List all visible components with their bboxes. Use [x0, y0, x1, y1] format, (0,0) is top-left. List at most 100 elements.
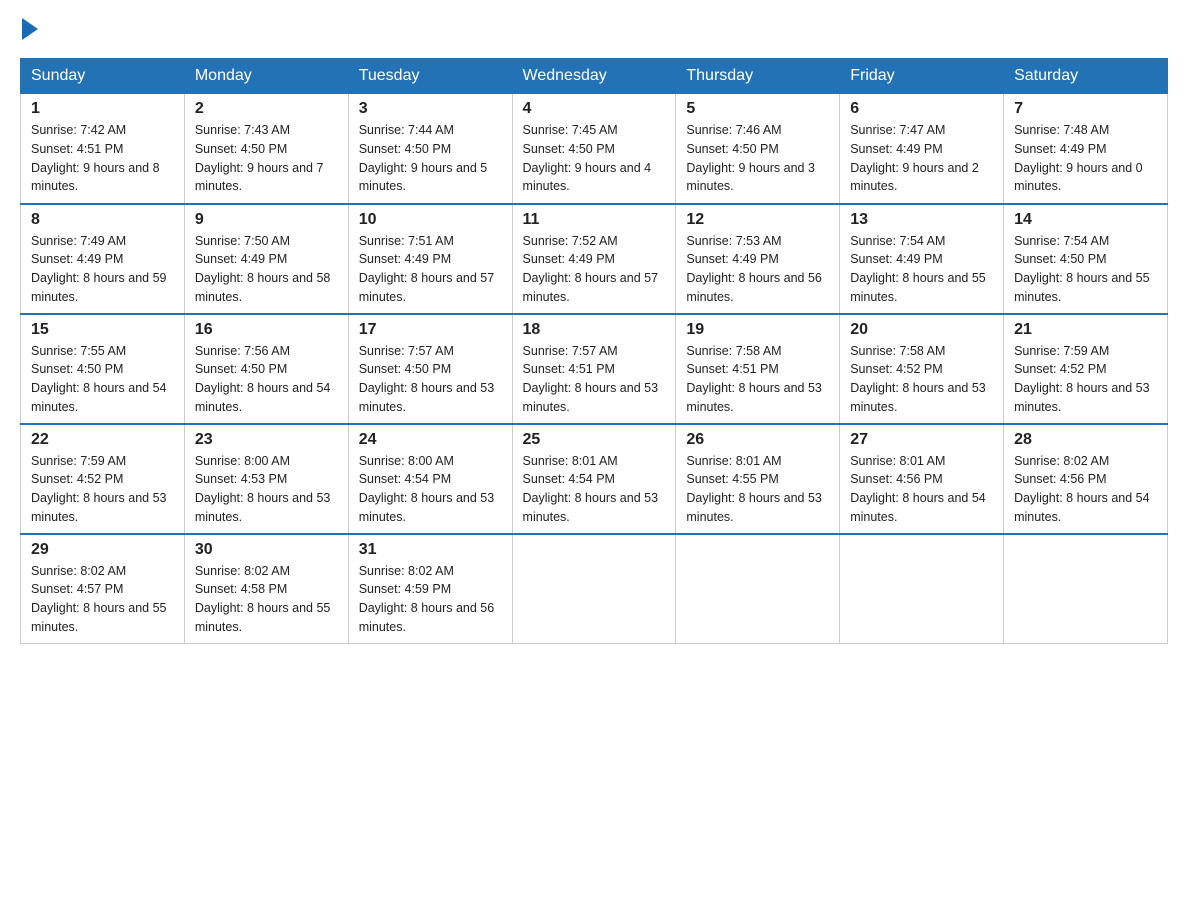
day-info: Sunrise: 8:02 AMSunset: 4:57 PMDaylight:… — [31, 562, 174, 637]
day-info: Sunrise: 7:55 AMSunset: 4:50 PMDaylight:… — [31, 342, 174, 417]
day-number: 28 — [1014, 431, 1157, 449]
day-number: 31 — [359, 541, 502, 559]
day-info: Sunrise: 7:54 AMSunset: 4:50 PMDaylight:… — [1014, 232, 1157, 307]
day-info: Sunrise: 8:02 AMSunset: 4:56 PMDaylight:… — [1014, 452, 1157, 527]
day-number: 5 — [686, 100, 829, 118]
day-number: 17 — [359, 321, 502, 339]
calendar-week-row: 1 Sunrise: 7:42 AMSunset: 4:51 PMDaylight… — [21, 94, 1168, 204]
day-number: 18 — [523, 321, 666, 339]
calendar-week-row: 29 Sunrise: 8:02 AMSunset: 4:57 PMDayligh… — [21, 534, 1168, 644]
column-header-thursday: Thursday — [676, 59, 840, 94]
calendar-cell: 24 Sunrise: 8:00 AMSunset: 4:54 PMDayligh… — [348, 424, 512, 534]
calendar-cell — [840, 534, 1004, 644]
calendar-cell: 30 Sunrise: 8:02 AMSunset: 4:58 PMDayligh… — [184, 534, 348, 644]
calendar-cell: 15 Sunrise: 7:55 AMSunset: 4:50 PMDayligh… — [21, 314, 185, 424]
day-number: 23 — [195, 431, 338, 449]
day-info: Sunrise: 7:51 AMSunset: 4:49 PMDaylight:… — [359, 232, 502, 307]
calendar-cell: 3Sunrise: 7:44 AMSunset: 4:50 PMDaylight… — [348, 94, 512, 204]
day-info: Sunrise: 8:01 AMSunset: 4:56 PMDaylight:… — [850, 452, 993, 527]
calendar-cell: 26 Sunrise: 8:01 AMSunset: 4:55 PMDayligh… — [676, 424, 840, 534]
calendar-cell: 20 Sunrise: 7:58 AMSunset: 4:52 PMDayligh… — [840, 314, 1004, 424]
column-header-monday: Monday — [184, 59, 348, 94]
calendar-cell: 8 Sunrise: 7:49 AMSunset: 4:49 PMDaylight… — [21, 204, 185, 314]
day-info: Sunrise: 7:53 AMSunset: 4:49 PMDaylight:… — [686, 232, 829, 307]
day-info: Sunrise: 7:54 AMSunset: 4:49 PMDaylight:… — [850, 232, 993, 307]
day-info: Sunrise: 7:49 AMSunset: 4:49 PMDaylight:… — [31, 232, 174, 307]
day-number: 26 — [686, 431, 829, 449]
day-number: 12 — [686, 211, 829, 229]
calendar-cell: 12 Sunrise: 7:53 AMSunset: 4:49 PMDayligh… — [676, 204, 840, 314]
day-number: 25 — [523, 431, 666, 449]
calendar-cell: 14 Sunrise: 7:54 AMSunset: 4:50 PMDayligh… — [1004, 204, 1168, 314]
day-number: 20 — [850, 321, 993, 339]
calendar-cell: 21 Sunrise: 7:59 AMSunset: 4:52 PMDayligh… — [1004, 314, 1168, 424]
day-number: 3 — [359, 100, 502, 118]
calendar-cell: 31 Sunrise: 8:02 AMSunset: 4:59 PMDayligh… — [348, 534, 512, 644]
calendar-cell: 22Sunrise: 7:59 AMSunset: 4:52 PMDayligh… — [21, 424, 185, 534]
day-number: 2 — [195, 100, 338, 118]
day-info: Sunrise: 8:01 AMSunset: 4:54 PMDaylight:… — [523, 452, 666, 527]
day-info: Sunrise: 7:59 AMSunset: 4:52 PMDaylight:… — [31, 452, 174, 527]
column-header-friday: Friday — [840, 59, 1004, 94]
calendar-cell: 29 Sunrise: 8:02 AMSunset: 4:57 PMDayligh… — [21, 534, 185, 644]
calendar-cell: 10 Sunrise: 7:51 AMSunset: 4:49 PMDayligh… — [348, 204, 512, 314]
calendar-cell: 2 Sunrise: 7:43 AMSunset: 4:50 PMDaylight… — [184, 94, 348, 204]
day-number: 30 — [195, 541, 338, 559]
day-number: 19 — [686, 321, 829, 339]
day-info: Sunrise: 7:58 AMSunset: 4:52 PMDaylight:… — [850, 342, 993, 417]
day-number: 24 — [359, 431, 502, 449]
day-number: 4 — [523, 100, 666, 118]
day-number: 27 — [850, 431, 993, 449]
day-info: Sunrise: 8:02 AMSunset: 4:59 PMDaylight:… — [359, 562, 502, 637]
day-info: Sunrise: 8:01 AMSunset: 4:55 PMDaylight:… — [686, 452, 829, 527]
day-info: Sunrise: 7:56 AMSunset: 4:50 PMDaylight:… — [195, 342, 338, 417]
calendar-cell — [512, 534, 676, 644]
calendar-cell: 27 Sunrise: 8:01 AMSunset: 4:56 PMDayligh… — [840, 424, 1004, 534]
day-info: Sunrise: 7:45 AMSunset: 4:50 PMDaylight:… — [523, 121, 666, 196]
calendar-week-row: 15 Sunrise: 7:55 AMSunset: 4:50 PMDayligh… — [21, 314, 1168, 424]
calendar-cell: 25 Sunrise: 8:01 AMSunset: 4:54 PMDayligh… — [512, 424, 676, 534]
calendar-week-row: 22Sunrise: 7:59 AMSunset: 4:52 PMDayligh… — [21, 424, 1168, 534]
day-number: 14 — [1014, 211, 1157, 229]
day-info: Sunrise: 7:52 AMSunset: 4:49 PMDaylight:… — [523, 232, 666, 307]
day-info: Sunrise: 7:47 AMSunset: 4:49 PMDaylight:… — [850, 121, 993, 196]
day-info: Sunrise: 7:43 AMSunset: 4:50 PMDaylight:… — [195, 121, 338, 196]
day-info: Sunrise: 7:46 AMSunset: 4:50 PMDaylight:… — [686, 121, 829, 196]
calendar-cell: 19 Sunrise: 7:58 AMSunset: 4:51 PMDayligh… — [676, 314, 840, 424]
day-number: 10 — [359, 211, 502, 229]
calendar-cell: 5 Sunrise: 7:46 AMSunset: 4:50 PMDaylight… — [676, 94, 840, 204]
column-header-sunday: Sunday — [21, 59, 185, 94]
page-header — [20, 20, 1168, 38]
calendar-week-row: 8 Sunrise: 7:49 AMSunset: 4:49 PMDaylight… — [21, 204, 1168, 314]
day-number: 8 — [31, 211, 174, 229]
day-number: 21 — [1014, 321, 1157, 339]
day-number: 6 — [850, 100, 993, 118]
day-info: Sunrise: 7:48 AMSunset: 4:49 PMDaylight:… — [1014, 121, 1157, 196]
day-number: 9 — [195, 211, 338, 229]
day-number: 13 — [850, 211, 993, 229]
calendar-cell: 6 Sunrise: 7:47 AMSunset: 4:49 PMDaylight… — [840, 94, 1004, 204]
day-number: 29 — [31, 541, 174, 559]
calendar-header-row: SundayMondayTuesdayWednesdayThursdayFrid… — [21, 59, 1168, 94]
day-number: 15 — [31, 321, 174, 339]
day-number: 11 — [523, 211, 666, 229]
day-info: Sunrise: 7:59 AMSunset: 4:52 PMDaylight:… — [1014, 342, 1157, 417]
calendar-cell: 7Sunrise: 7:48 AMSunset: 4:49 PMDaylight… — [1004, 94, 1168, 204]
day-info: Sunrise: 8:00 AMSunset: 4:54 PMDaylight:… — [359, 452, 502, 527]
calendar-cell: 28 Sunrise: 8:02 AMSunset: 4:56 PMDayligh… — [1004, 424, 1168, 534]
day-info: Sunrise: 7:57 AMSunset: 4:50 PMDaylight:… — [359, 342, 502, 417]
day-number: 16 — [195, 321, 338, 339]
day-number: 1 — [31, 100, 174, 118]
day-info: Sunrise: 7:50 AMSunset: 4:49 PMDaylight:… — [195, 232, 338, 307]
column-header-wednesday: Wednesday — [512, 59, 676, 94]
day-info: Sunrise: 8:00 AMSunset: 4:53 PMDaylight:… — [195, 452, 338, 527]
day-info: Sunrise: 8:02 AMSunset: 4:58 PMDaylight:… — [195, 562, 338, 637]
day-info: Sunrise: 7:58 AMSunset: 4:51 PMDaylight:… — [686, 342, 829, 417]
calendar-cell: 11 Sunrise: 7:52 AMSunset: 4:49 PMDayligh… — [512, 204, 676, 314]
calendar-cell: 9 Sunrise: 7:50 AMSunset: 4:49 PMDaylight… — [184, 204, 348, 314]
day-info: Sunrise: 7:42 AMSunset: 4:51 PMDaylight:… — [31, 121, 174, 196]
day-info: Sunrise: 7:57 AMSunset: 4:51 PMDaylight:… — [523, 342, 666, 417]
column-header-saturday: Saturday — [1004, 59, 1168, 94]
calendar-table: SundayMondayTuesdayWednesdayThursdayFrid… — [20, 58, 1168, 644]
calendar-cell: 17 Sunrise: 7:57 AMSunset: 4:50 PMDayligh… — [348, 314, 512, 424]
